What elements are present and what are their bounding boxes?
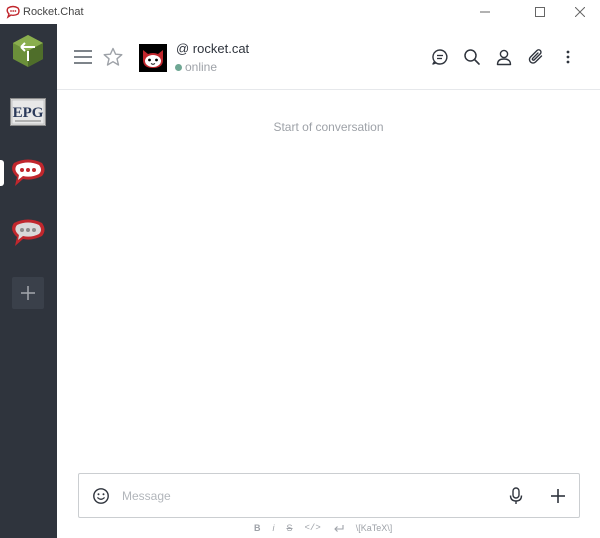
server-item-green-cube[interactable]	[8, 31, 48, 71]
code-button[interactable]: </>	[299, 520, 327, 536]
formatting-toolbar: B i S </> \[KaTeX\]	[248, 520, 398, 536]
search-icon	[464, 49, 480, 65]
close-button[interactable]	[557, 0, 600, 24]
message-composer	[78, 473, 580, 518]
hamburger-icon	[74, 50, 92, 64]
server-sidebar: EPG	[0, 24, 57, 538]
server-item-epg[interactable]: EPG	[8, 92, 48, 132]
files-button[interactable]	[524, 45, 548, 69]
start-of-conversation: Start of conversation	[273, 120, 384, 134]
emoji-button[interactable]	[91, 486, 111, 506]
maximize-icon	[535, 7, 545, 17]
favorite-button[interactable]	[101, 45, 125, 69]
bold-button[interactable]: B	[248, 520, 267, 536]
message-list: Start of conversation	[57, 91, 600, 471]
epg-server-icon: EPG	[10, 98, 46, 126]
emoji-icon	[93, 488, 109, 504]
create-new-button[interactable]	[547, 485, 569, 507]
threads-icon	[432, 49, 448, 65]
enter-arrow-icon	[333, 524, 344, 532]
rocket-chat-server-icon	[12, 159, 45, 186]
room-header: @ rocket.cat online	[57, 24, 600, 90]
status-online-dot	[175, 63, 182, 71]
message-input[interactable]	[122, 484, 492, 508]
active-server-indicator	[0, 160, 4, 186]
rocket-chat-server-icon	[12, 219, 45, 246]
green-cube-server-icon	[13, 35, 43, 67]
close-icon	[575, 7, 585, 17]
star-icon	[103, 47, 123, 66]
strike-button[interactable]: S	[281, 520, 299, 536]
window-title: Rocket.Chat	[23, 6, 84, 18]
minimize-button[interactable]	[462, 0, 508, 24]
user-info-button[interactable]	[492, 45, 516, 69]
rocket-cat-avatar-icon	[139, 44, 167, 72]
microphone-icon	[509, 487, 523, 504]
minimize-icon	[480, 11, 490, 13]
search-button[interactable]	[460, 45, 484, 69]
user-status: online	[175, 60, 217, 74]
threads-button[interactable]	[428, 45, 452, 69]
katex-button[interactable]: \[KaTeX\]	[350, 520, 399, 536]
server-item-rocket-chat[interactable]	[8, 213, 48, 253]
more-options-button[interactable]	[556, 45, 580, 69]
avatar[interactable]	[139, 44, 167, 72]
window-titlebar: Rocket.Chat	[0, 0, 600, 24]
room-title: @ rocket.cat	[176, 41, 250, 56]
plus-icon	[21, 286, 35, 300]
user-icon	[496, 49, 512, 66]
status-text: online	[185, 60, 218, 74]
multiline-code-button[interactable]	[327, 520, 350, 536]
sidebar-toggle-button[interactable]	[71, 45, 95, 69]
rocket-chat-logo-icon	[6, 5, 20, 19]
plus-icon	[551, 489, 565, 503]
kebab-menu-icon	[566, 50, 570, 64]
italic-button[interactable]: i	[267, 520, 281, 536]
epg-server-label: EPG	[13, 105, 44, 121]
paperclip-icon	[528, 49, 543, 64]
server-item-rocket-chat-active[interactable]	[8, 153, 48, 193]
add-server-button[interactable]	[12, 277, 44, 309]
audio-message-button[interactable]	[505, 485, 527, 507]
